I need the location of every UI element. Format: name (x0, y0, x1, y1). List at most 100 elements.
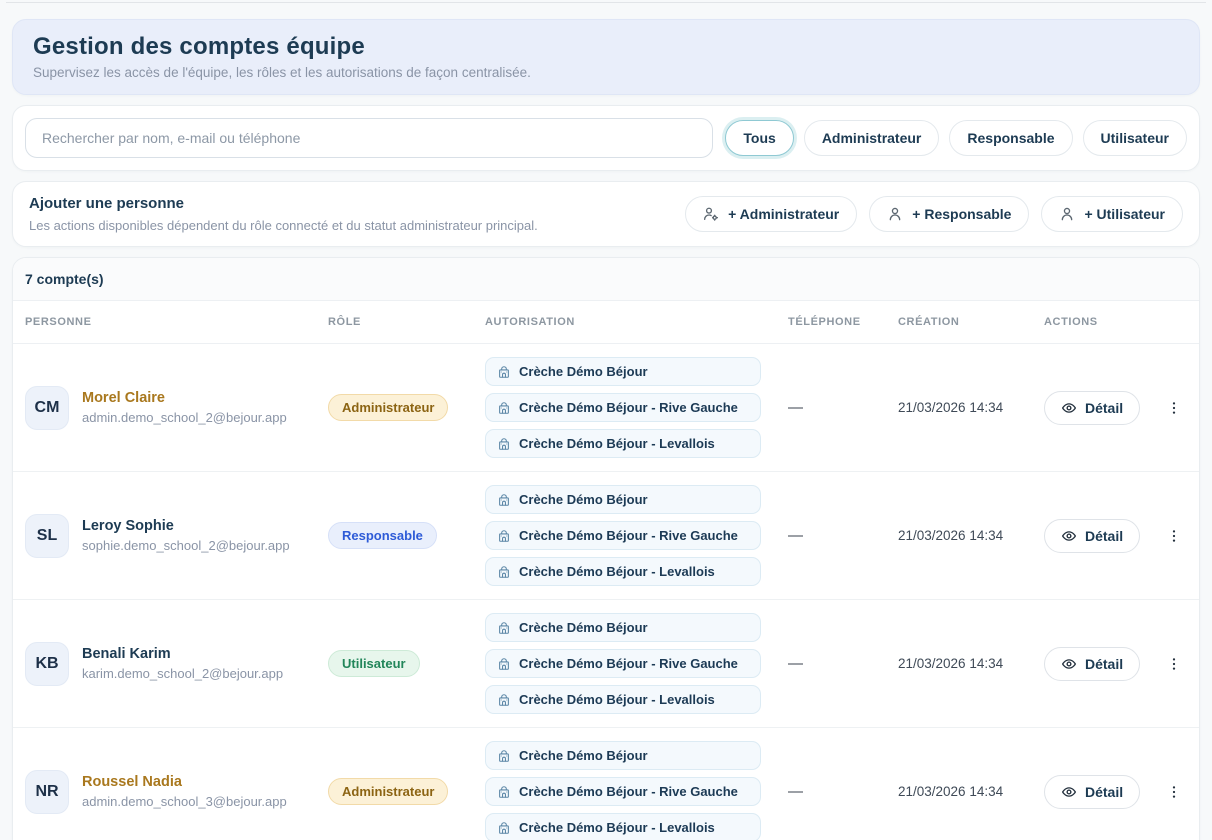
eye-icon (1061, 528, 1077, 544)
kebab-menu-icon[interactable] (1166, 656, 1182, 672)
authorization-label: Crèche Démo Béjour - Levallois (519, 692, 715, 707)
detail-button-label: Détail (1085, 528, 1123, 544)
person-email: karim.demo_school_2@bejour.app (82, 666, 283, 681)
authorization-chip: Crèche Démo Béjour (485, 485, 761, 514)
role-filter-label: Administrateur (822, 130, 922, 146)
detail-button[interactable]: Détail (1044, 775, 1140, 809)
building-icon (497, 401, 511, 415)
person-icon (887, 206, 903, 222)
role-badge: Utilisateur (328, 650, 420, 677)
detail-button-label: Détail (1085, 656, 1123, 672)
role-cell: Utilisateur (328, 650, 485, 677)
authorization-label: Crèche Démo Béjour - Levallois (519, 820, 715, 835)
person-gear-icon (703, 206, 719, 222)
accounts-count: 7 compte(s) (13, 258, 1199, 301)
add-person-button[interactable]: + Responsable (869, 196, 1029, 232)
building-icon (497, 749, 511, 763)
team-accounts-page: Gestion des comptes équipe Supervisez le… (0, 19, 1212, 840)
authorization-label: Crèche Démo Béjour - Rive Gauche (519, 656, 738, 671)
person-name: Morel Claire (82, 390, 287, 406)
page-header-banner: Gestion des comptes équipe Supervisez le… (12, 19, 1200, 95)
column-header: ACTIONS (1044, 316, 1187, 328)
person-cell: SL Leroy Sophie sophie.demo_school_2@bej… (25, 514, 328, 558)
role-filter-pill[interactable]: Tous (725, 120, 793, 156)
add-person-section: Ajouter une personne Les actions disponi… (12, 181, 1200, 247)
detail-button-label: Détail (1085, 784, 1123, 800)
person-name: Roussel Nadia (82, 774, 287, 790)
column-header: TÉLÉPHONE (788, 316, 898, 328)
table-header-row: PERSONNERÔLEAUTORISATIONTÉLÉPHONECRÉATIO… (13, 301, 1199, 344)
eye-icon (1061, 656, 1077, 672)
role-filter-pill[interactable]: Administrateur (804, 120, 940, 156)
creation-date-cell: 21/03/2026 14:34 (898, 400, 1044, 415)
authorization-label: Crèche Démo Béjour - Rive Gauche (519, 784, 738, 799)
role-filter-group: Tous Administrateur Responsable Utilisat… (725, 120, 1187, 156)
building-icon (497, 621, 511, 635)
kebab-menu-icon[interactable] (1166, 528, 1182, 544)
role-cell: Administrateur (328, 778, 485, 805)
person-identity: Benali Karim karim.demo_school_2@bejour.… (82, 646, 283, 681)
column-header: PERSONNE (25, 316, 328, 328)
phone-cell: — (788, 399, 898, 416)
table-row: SL Leroy Sophie sophie.demo_school_2@bej… (13, 472, 1199, 600)
avatar: KB (25, 642, 69, 686)
person-cell: NR Roussel Nadia admin.demo_school_3@bej… (25, 770, 328, 814)
kebab-menu-icon[interactable] (1166, 784, 1182, 800)
building-icon (497, 785, 511, 799)
authorization-chip: Crèche Démo Béjour (485, 357, 761, 386)
building-icon (497, 565, 511, 579)
person-cell: CM Morel Claire admin.demo_school_2@bejo… (25, 386, 328, 430)
building-icon (497, 529, 511, 543)
search-and-filter-bar: Tous Administrateur Responsable Utilisat… (12, 105, 1200, 171)
detail-button-label: Détail (1085, 400, 1123, 416)
authorization-list: Crèche Démo Béjour Crèche Démo Béjour - … (485, 741, 788, 840)
role-filter-pill[interactable]: Responsable (949, 120, 1072, 156)
role-badge: Administrateur (328, 394, 448, 421)
actions-cell: Détail (1044, 775, 1194, 809)
role-filter-pill[interactable]: Utilisateur (1083, 120, 1187, 156)
column-header: AUTORISATION (485, 316, 788, 328)
search-input[interactable] (25, 118, 713, 158)
person-identity: Leroy Sophie sophie.demo_school_2@bejour… (82, 518, 290, 553)
creation-date-cell: 21/03/2026 14:34 (898, 784, 1044, 799)
building-icon (497, 657, 511, 671)
avatar: CM (25, 386, 69, 430)
authorization-chip: Crèche Démo Béjour - Levallois (485, 685, 761, 714)
add-person-button-label: + Utilisateur (1084, 206, 1165, 222)
avatar: NR (25, 770, 69, 814)
person-email: sophie.demo_school_2@bejour.app (82, 538, 290, 553)
authorization-chip: Crèche Démo Béjour - Rive Gauche (485, 777, 761, 806)
authorization-chip: Crèche Démo Béjour (485, 741, 761, 770)
role-filter-label: Utilisateur (1101, 130, 1169, 146)
role-filter-label: Tous (743, 130, 775, 146)
phone-cell: — (788, 783, 898, 800)
add-person-button[interactable]: + Utilisateur (1041, 196, 1183, 232)
add-person-button[interactable]: + Administrateur (685, 196, 857, 232)
add-person-button-label: + Administrateur (728, 206, 839, 222)
person-cell: KB Benali Karim karim.demo_school_2@bejo… (25, 642, 328, 686)
building-icon (497, 493, 511, 507)
accounts-table-card: 7 compte(s) PERSONNERÔLEAUTORISATIONTÉLÉ… (12, 257, 1200, 840)
authorization-list: Crèche Démo Béjour Crèche Démo Béjour - … (485, 357, 788, 458)
role-filter-label: Responsable (967, 130, 1054, 146)
authorization-label: Crèche Démo Béjour (519, 620, 648, 635)
add-person-title: Ajouter une personne (29, 195, 538, 212)
authorization-chip: Crèche Démo Béjour (485, 613, 761, 642)
add-person-description: Les actions disponibles dépendent du rôl… (29, 218, 538, 233)
person-email: admin.demo_school_3@bejour.app (82, 794, 287, 809)
authorization-chip: Crèche Démo Béjour - Levallois (485, 813, 761, 840)
detail-button[interactable]: Détail (1044, 391, 1140, 425)
detail-button[interactable]: Détail (1044, 519, 1140, 553)
authorization-chip: Crèche Démo Béjour - Levallois (485, 557, 761, 586)
authorization-list: Crèche Démo Béjour Crèche Démo Béjour - … (485, 485, 788, 586)
kebab-menu-icon[interactable] (1166, 400, 1182, 416)
building-icon (497, 365, 511, 379)
person-identity: Roussel Nadia admin.demo_school_3@bejour… (82, 774, 287, 809)
detail-button[interactable]: Détail (1044, 647, 1140, 681)
authorization-label: Crèche Démo Béjour (519, 748, 648, 763)
phone-cell: — (788, 527, 898, 544)
actions-cell: Détail (1044, 391, 1194, 425)
authorization-chip: Crèche Démo Béjour - Rive Gauche (485, 521, 761, 550)
actions-cell: Détail (1044, 647, 1194, 681)
building-icon (497, 437, 511, 451)
